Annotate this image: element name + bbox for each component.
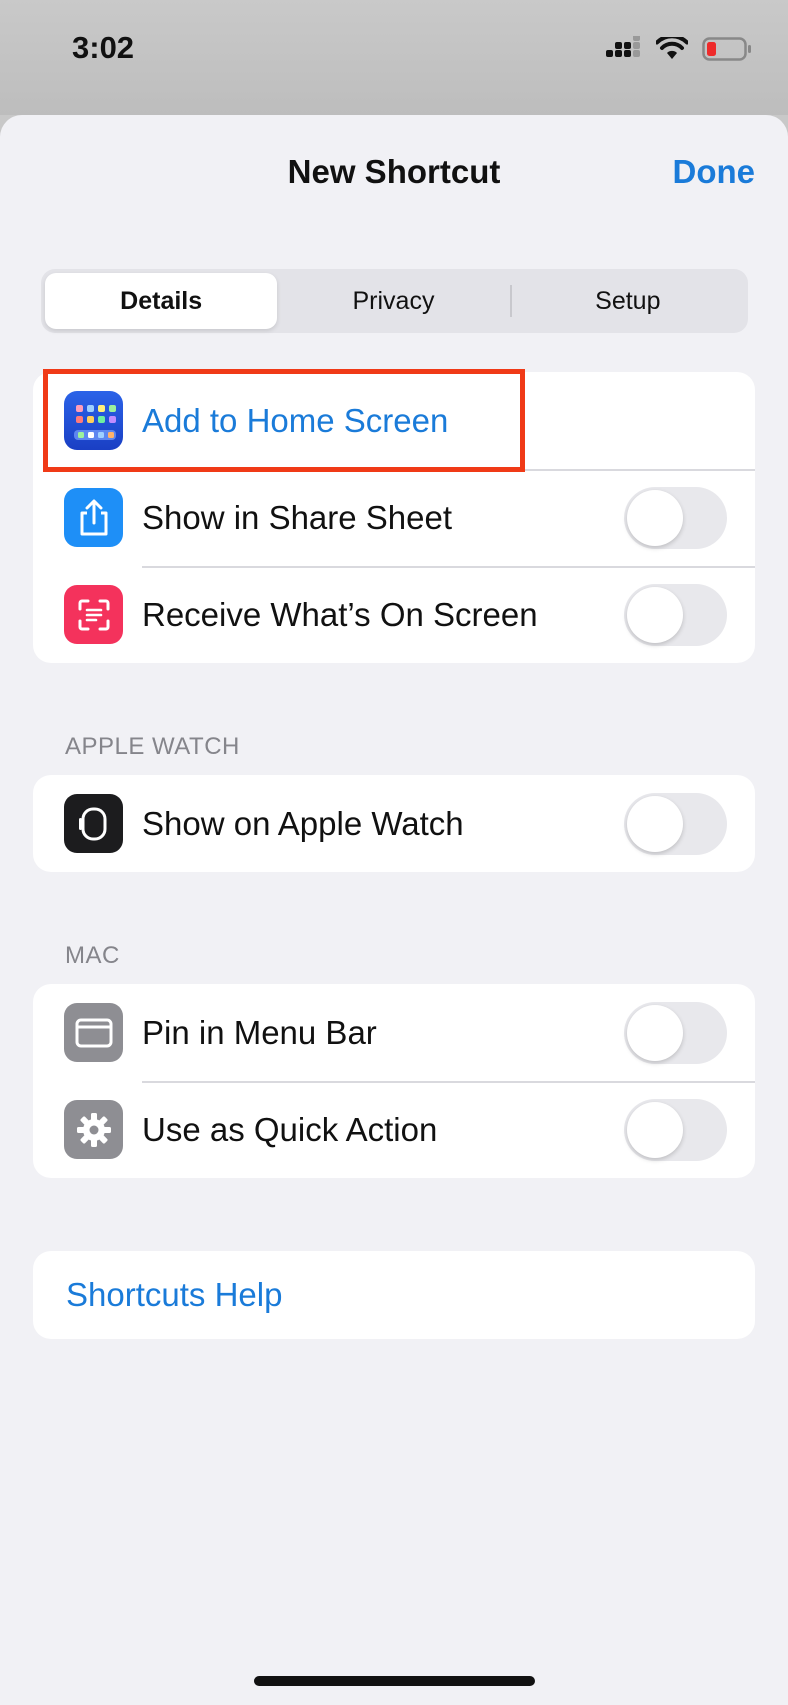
wifi-icon [656,37,688,59]
shortcuts-help-row[interactable]: Shortcuts Help [33,1251,755,1339]
apple-watch-label: Show on Apple Watch [142,804,464,842]
apple-watch-toggle[interactable] [624,792,727,855]
gear-icon [64,1100,123,1159]
status-time: 3:02 [72,30,135,65]
apple-watch-row: Show on Apple Watch [33,775,755,872]
apple-watch-header: APPLE WATCH [65,733,240,760]
tab-privacy[interactable]: Privacy [277,273,509,329]
on-screen-toggle[interactable] [624,583,727,646]
apple-watch-group: Show on Apple Watch [33,775,755,872]
screen-scan-icon [64,585,123,644]
quick-action-label: Use as Quick Action [142,1110,438,1148]
status-icons [606,36,752,62]
done-button[interactable]: Done [673,153,756,191]
window-icon [64,1003,123,1062]
mac-group: Pin in Menu Bar Use as Quick Action [33,984,755,1178]
pin-menu-bar-label: Pin in Menu Bar [142,1013,377,1051]
status-bar: 3:02 [0,0,788,115]
battery-icon [702,37,751,61]
apple-watch-icon [64,794,123,853]
quick-action-row: Use as Quick Action [33,1081,755,1178]
mac-header: MAC [65,942,120,969]
tab-setup[interactable]: Setup [512,273,744,329]
segmented-control: Details Privacy Setup [41,269,748,333]
shortcut-sheet: New Shortcut Done Details Privacy Setup [0,115,788,1705]
on-screen-row: Receive What’s On Screen [33,566,755,663]
on-screen-label: Receive What’s On Screen [142,595,538,633]
share-sheet-row: Show in Share Sheet [33,469,755,566]
add-to-home-screen-label: Add to Home Screen [142,401,449,439]
tab-details[interactable]: Details [45,273,278,329]
home-indicator [254,1676,535,1686]
cellular-signal-icon [606,36,640,57]
shortcuts-help-label: Shortcuts Help [66,1276,283,1313]
share-sheet-label: Show in Share Sheet [142,498,453,536]
page-title: New Shortcut [287,153,501,190]
home-screen-icon [64,391,123,450]
pin-menu-bar-row: Pin in Menu Bar [33,984,755,1081]
add-to-home-screen-row[interactable]: Add to Home Screen [33,372,755,469]
share-icon [64,488,123,547]
share-sheet-toggle[interactable] [624,486,727,549]
pin-menu-bar-toggle[interactable] [624,1001,727,1064]
details-group: Add to Home Screen Show in Share Sheet R… [33,372,755,663]
quick-action-toggle[interactable] [624,1098,727,1161]
